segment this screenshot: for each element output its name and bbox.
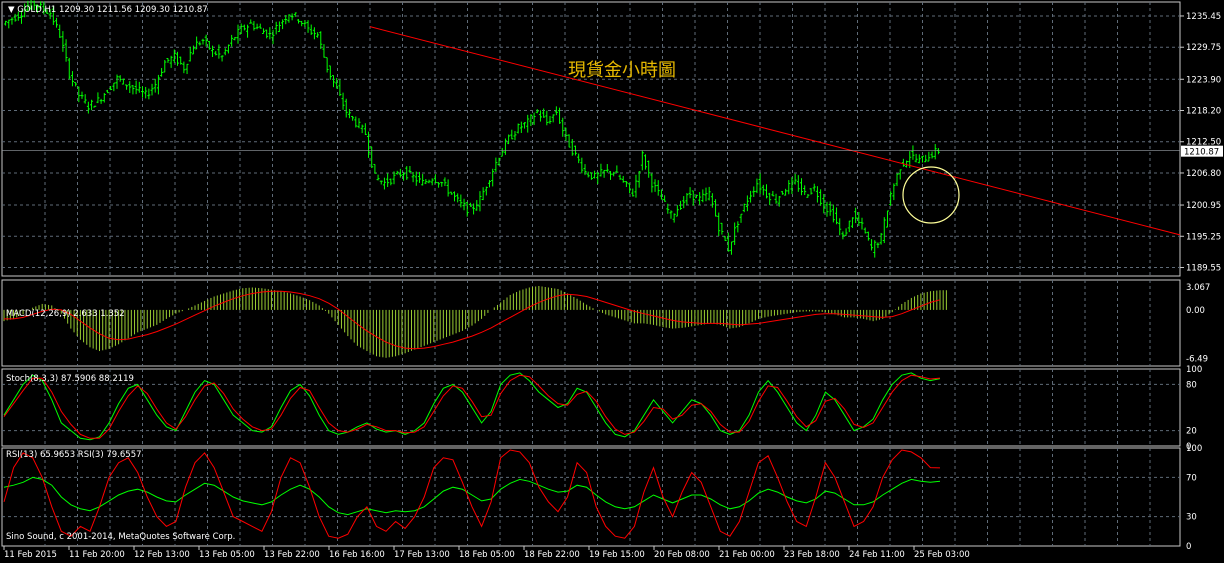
macd-axis-label: 3.067 <box>1186 283 1210 293</box>
price-axis-label: 1195.25 <box>1186 232 1221 242</box>
price-axis-label: 1206.80 <box>1186 169 1221 179</box>
candles-group <box>4 0 940 258</box>
price-axis-label: 1189.55 <box>1186 264 1221 274</box>
panel-frame-2 <box>1 368 1181 447</box>
rsi-title: RSI(13) 65.9653 RSI(3) 79.6557 <box>6 450 142 460</box>
rsi-axis-label: 100 <box>1186 444 1202 454</box>
x-axis-label: 19 Feb 15:00 <box>589 550 645 560</box>
x-axis-label: 20 Feb 08:00 <box>654 550 710 560</box>
symbol-header: ▼ GOLD,H1 1209.30 1211.56 1209.30 1210.8… <box>8 5 208 15</box>
x-axis-label: 11 Feb 20:00 <box>69 550 125 560</box>
stoch-axis-label: 100 <box>1186 365 1202 375</box>
x-axis-label: 17 Feb 13:00 <box>394 550 450 560</box>
x-axis-label: 21 Feb 00:00 <box>719 550 775 560</box>
macd-axis-label: -6.49 <box>1186 354 1208 364</box>
stoch-axis-label: 20 <box>1186 427 1197 437</box>
chart-canvas: 1235.451229.751223.901218.201212.501206.… <box>1 0 1223 560</box>
price-axis-label: 1229.75 <box>1186 43 1221 53</box>
macd-axis-label: 0.00 <box>1186 306 1205 316</box>
rsi-axis-label: 0 <box>1186 542 1191 552</box>
stoch-main-line <box>3 372 941 441</box>
trendline <box>369 26 1181 236</box>
stoch-axis-label: 80 <box>1186 380 1197 390</box>
rsi-3-line <box>3 449 941 539</box>
x-axis-label: 18 Feb 05:00 <box>459 550 515 560</box>
current-price-label: 1210.87 <box>1184 148 1219 158</box>
price-axis-label: 1235.45 <box>1186 12 1221 22</box>
x-axis-label: 16 Feb 16:00 <box>329 550 385 560</box>
macd-title: MACD(12,26,9) 2.633 1.352 <box>6 309 125 319</box>
rsi-axis-label: 70 <box>1186 473 1197 483</box>
price-axis-label: 1200.95 <box>1186 201 1221 211</box>
symbol-ohlc-text: GOLD,H1 1209.30 1211.56 1209.30 1210.87 <box>17 5 208 15</box>
rsi-13-line <box>3 476 941 516</box>
x-axis-label: 13 Feb 05:00 <box>199 550 255 560</box>
price-axis-label: 1223.90 <box>1186 75 1221 85</box>
copyright-text: Sino Sound, c 2001-2014, MetaQuotes Soft… <box>6 532 236 542</box>
x-axis-label: 18 Feb 22:00 <box>524 550 580 560</box>
rsi-axis-label: 30 <box>1186 513 1197 523</box>
x-axis-label: 25 Feb 03:00 <box>914 550 970 560</box>
x-axis-label: 12 Feb 13:00 <box>134 550 190 560</box>
stoch-title: Stoch(8,3,3) 87.5906 88.2119 <box>6 374 134 384</box>
price-axis-label: 1218.20 <box>1186 107 1221 117</box>
x-axis-label: 11 Feb 2015 <box>4 550 57 560</box>
x-axis-label: 24 Feb 11:00 <box>849 550 905 560</box>
x-axis-label: 13 Feb 22:00 <box>264 550 320 560</box>
panel-frame-0 <box>1 1 1181 277</box>
highlight-circle <box>902 166 960 224</box>
macd-histogram-group <box>3 285 947 358</box>
overlay-title: 現貨金小時圖 <box>568 60 676 81</box>
triangle-down-icon[interactable]: ▼ <box>8 5 15 15</box>
x-axis-label: 23 Feb 18:00 <box>784 550 840 560</box>
